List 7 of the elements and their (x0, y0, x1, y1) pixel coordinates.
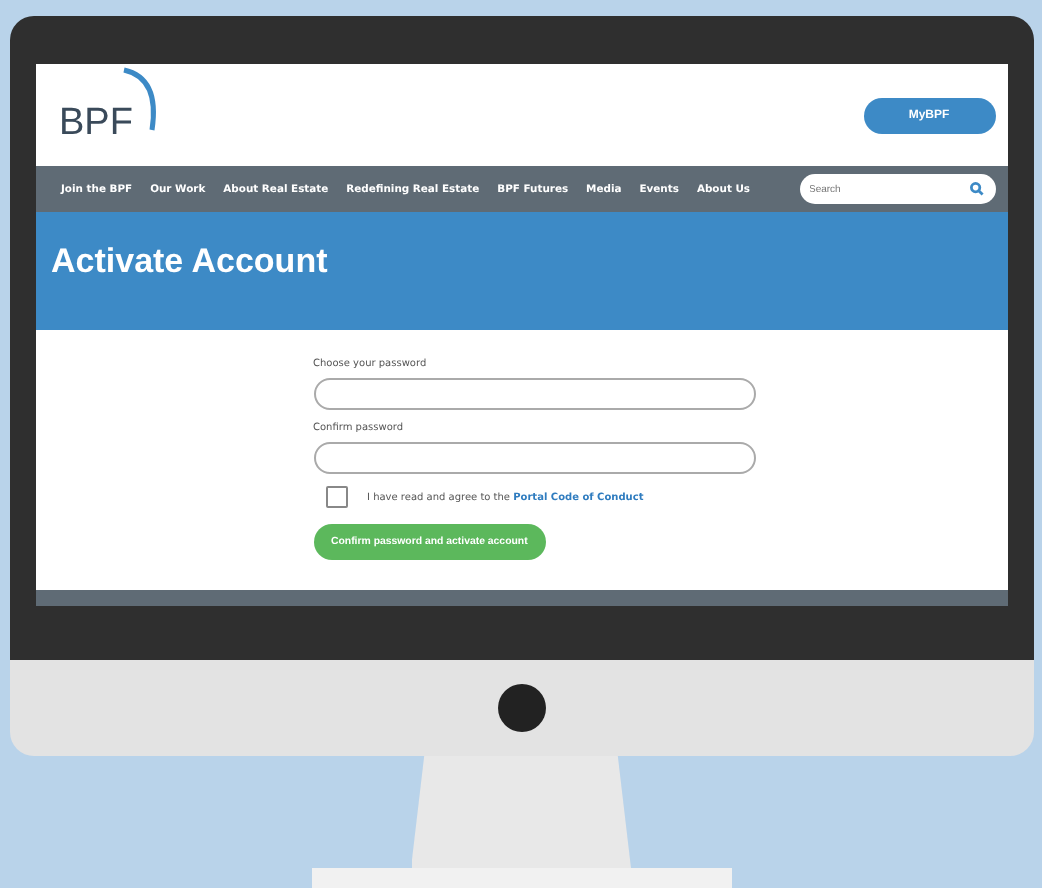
password-field[interactable] (313, 378, 755, 410)
password-field[interactable] (313, 442, 755, 474)
logo[interactable]: BPF (59, 101, 133, 145)
agreement-checkbox[interactable] (325, 486, 347, 508)
camera-dot-icon (497, 684, 545, 732)
page-title: Activate Account (51, 241, 328, 281)
search-icon (969, 182, 983, 196)
